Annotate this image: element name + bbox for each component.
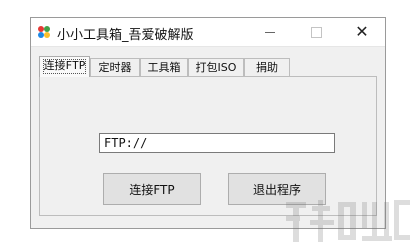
tab-label: 捐助 [256,61,278,74]
tab-label: 打包ISO [195,61,237,74]
maximize-icon [310,26,322,38]
watermark-logo [286,200,410,242]
maximize-button[interactable] [293,18,339,46]
tab-pack-iso[interactable]: 打包ISO [188,58,244,76]
close-icon: ✕ [355,22,369,41]
connect-ftp-button[interactable]: 连接FTP [103,173,201,205]
tab-timer[interactable]: 定时器 [90,58,140,76]
focus-outline [43,59,86,74]
close-button[interactable]: ✕ [339,18,385,46]
title-bar[interactable]: 小小工具箱_吾爱破解版 ✕ [31,18,385,47]
app-icon [38,26,50,38]
minimize-icon [265,31,275,33]
tab-panel-connect-ftp: 连接FTP 退出程序 [39,76,377,216]
tab-donate[interactable]: 捐助 [244,58,290,76]
tab-toolbox[interactable]: 工具箱 [140,58,188,76]
tab-connect-ftp[interactable]: 连接FTP [39,56,90,77]
tab-label: 定时器 [98,61,132,74]
tab-label: 工具箱 [147,61,181,74]
window-title: 小小工具箱_吾爱破解版 [57,28,194,43]
ftp-address-input[interactable] [99,133,335,153]
minimize-button[interactable] [247,18,293,46]
